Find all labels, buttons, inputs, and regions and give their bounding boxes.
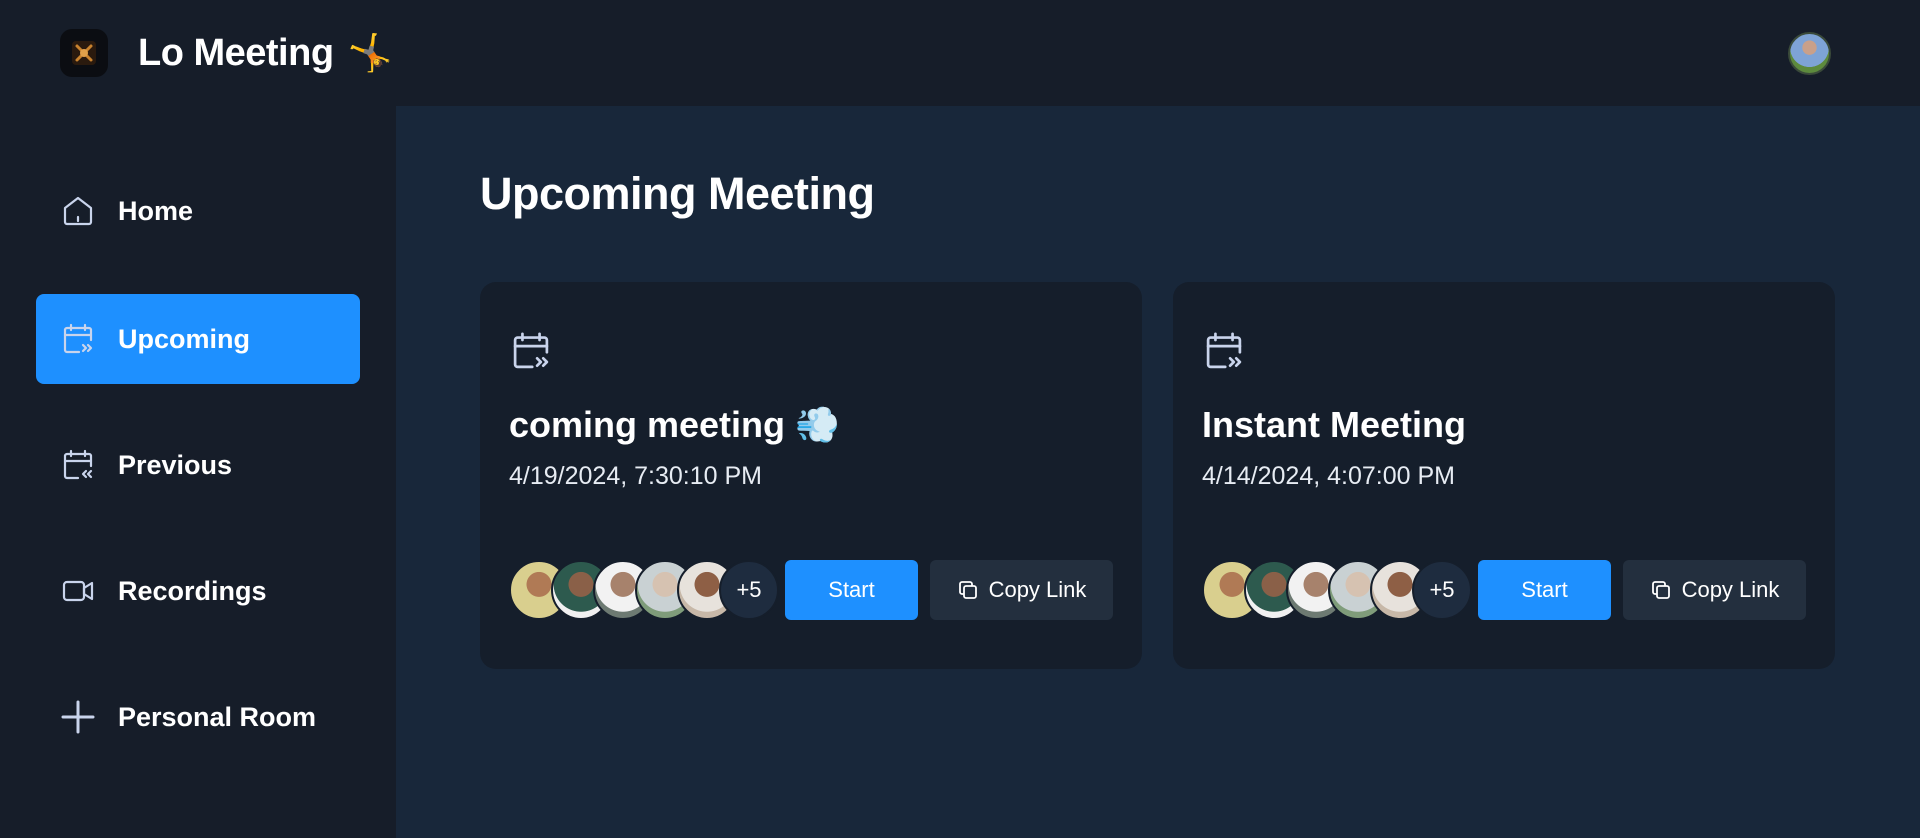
sidebar-item-label: Previous [118,449,233,480]
attendee-avatars: +5 [1202,560,1472,620]
sidebar-item-upcoming[interactable]: Upcoming [36,294,360,384]
copy-link-label: Copy Link [1681,577,1780,602]
copy-icon [958,581,977,599]
calendar-upcoming-icon [1206,332,1242,369]
start-button[interactable]: Start [1478,560,1611,620]
app-title-emoji: 🤸 [347,32,393,73]
attendee-avatars: +5 [509,560,779,620]
main-content: Upcoming Meeting coming meeting 💨 4/19/2… [396,106,1920,838]
sidebar-item-previous[interactable]: Previous [36,420,360,510]
meeting-card: coming meeting 💨 4/19/2024, 7:30:10 PM +… [480,282,1142,669]
sidebar-item-recordings[interactable]: Recordings [36,546,360,636]
calendar-previous-icon [60,447,96,483]
copy-link-button[interactable]: Copy Link [1623,560,1806,620]
copy-link-button[interactable]: Copy Link [930,560,1113,620]
sidebar-item-home[interactable]: Home [36,166,360,256]
logo-icon [72,41,96,65]
more-attendees-badge[interactable]: +5 [1412,560,1472,620]
sidebar-item-label: Upcoming [118,323,250,354]
app-logo[interactable] [60,29,108,77]
sidebar-item-personal-room[interactable]: Personal Room [36,672,360,762]
home-icon [60,193,96,229]
meeting-title: Instant Meeting [1202,404,1467,445]
user-avatar[interactable] [1788,32,1831,75]
meeting-card: Instant Meeting 4/14/2024, 4:07:00 PM +5… [1173,282,1835,669]
top-navbar: Lo Meeting 🤸 [0,0,1920,106]
calendar-upcoming-icon [513,332,549,369]
plus-icon [60,699,96,735]
more-attendees-badge[interactable]: +5 [719,560,779,620]
page-title: Upcoming Meeting [480,168,875,219]
start-button[interactable]: Start [785,560,918,620]
sidebar-item-label: Personal Room [118,701,317,732]
sidebar: Home Upcoming Previous Recordings Person… [0,106,396,838]
meeting-title: coming meeting 💨 [509,404,840,445]
video-icon [60,573,96,609]
copy-link-label: Copy Link [988,577,1087,602]
sidebar-item-label: Home [118,195,194,226]
meeting-date: 4/14/2024, 4:07:00 PM [1202,462,1455,490]
app-title[interactable]: Lo Meeting 🤸 [138,29,392,77]
calendar-upcoming-icon [60,321,96,357]
app-title-text: Lo Meeting [138,31,334,74]
copy-icon [1651,581,1670,599]
sidebar-item-label: Recordings [118,575,267,606]
meeting-date: 4/19/2024, 7:30:10 PM [509,462,762,490]
